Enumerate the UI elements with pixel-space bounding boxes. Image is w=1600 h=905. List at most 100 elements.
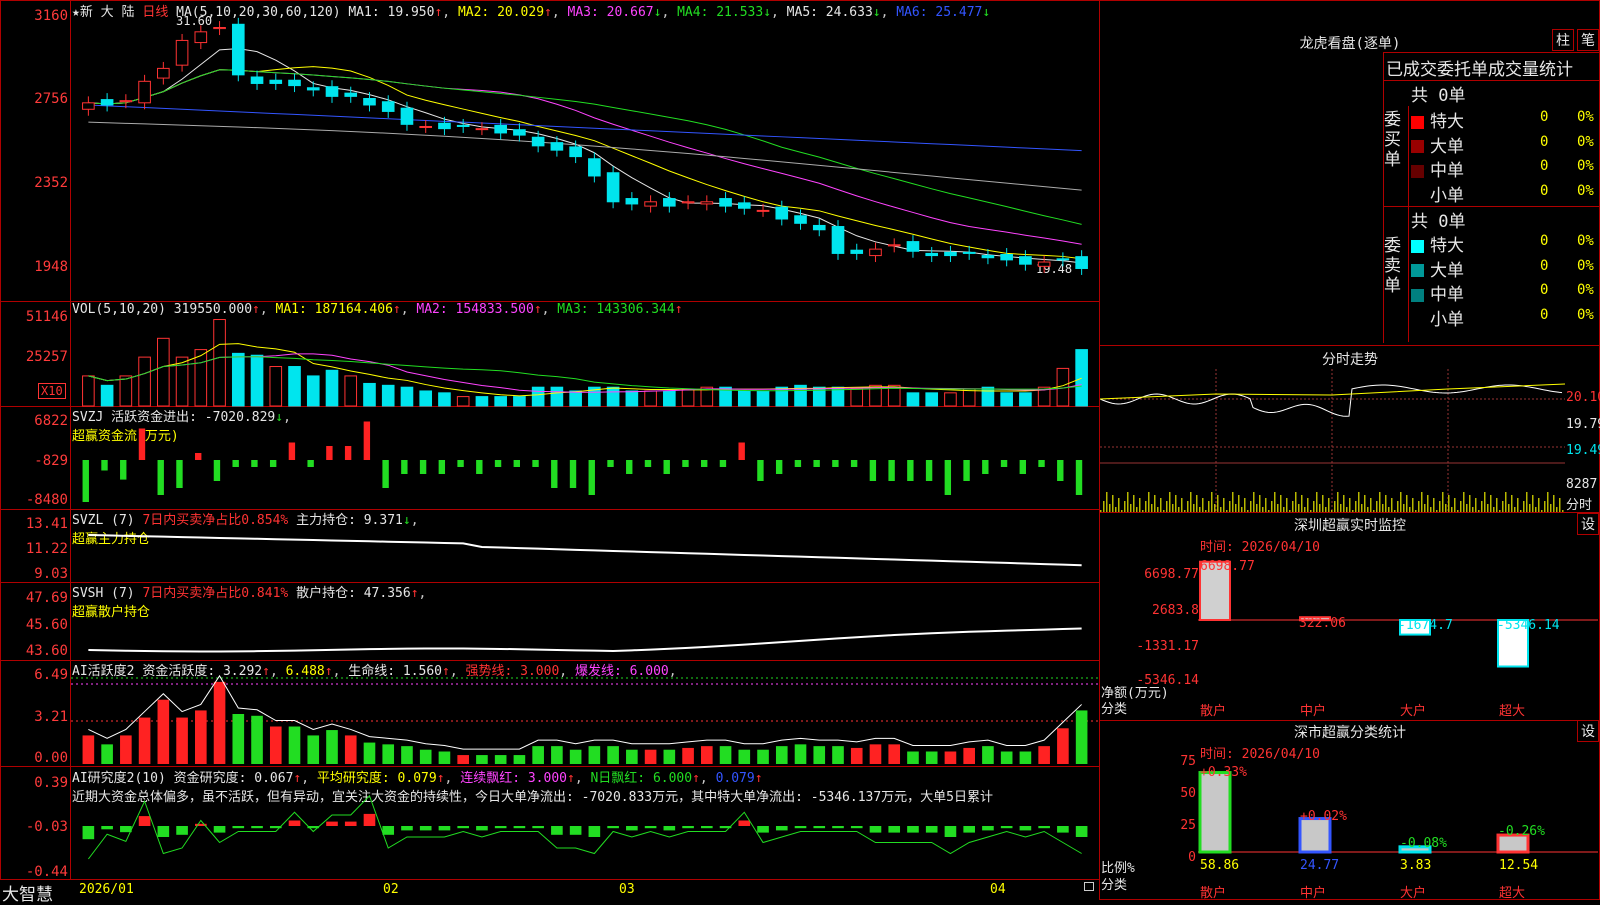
vol-tick-2: 25257 xyxy=(25,349,68,365)
candle-body xyxy=(606,172,620,203)
dragon-col-divider xyxy=(1408,106,1409,342)
cls-top-3: -0.08% xyxy=(1400,836,1447,851)
intraday-chart[interactable] xyxy=(1100,369,1565,512)
cls-cat-2: 中户 xyxy=(1300,886,1327,901)
intraday-vol-bar xyxy=(1253,492,1255,512)
intraday-vol-bar xyxy=(1370,498,1372,512)
ai-research-bar xyxy=(401,826,413,831)
ai-research-bar xyxy=(869,826,882,833)
sell-row-2: 大单 xyxy=(1411,256,1464,281)
intraday-vol-bar xyxy=(1496,498,1498,512)
cls-cat-4: 超大 xyxy=(1499,886,1526,901)
lock-icon[interactable] xyxy=(1084,882,1094,891)
volume-bar xyxy=(456,396,470,407)
ai-active-bar xyxy=(288,726,301,764)
ai-research-bar xyxy=(701,826,713,829)
row-percent: 0% xyxy=(1577,233,1594,249)
price-tick-1: 3160 xyxy=(34,8,68,24)
intraday-vol-bar xyxy=(1406,495,1408,512)
tick-mode-button[interactable]: 笔 xyxy=(1577,29,1599,51)
ai-research-bar xyxy=(232,826,245,829)
candle-body xyxy=(887,244,901,247)
svsh-tick-3: 43.60 xyxy=(25,643,68,659)
volume-bar xyxy=(306,375,320,407)
candle-body xyxy=(869,248,882,257)
intraday-vol-bar xyxy=(1502,501,1504,512)
ai-research-bar xyxy=(251,826,263,829)
intraday-vol: 8287 xyxy=(1566,477,1598,492)
ai-active-bar xyxy=(888,744,901,764)
ai-research-bar xyxy=(1019,826,1032,831)
intraday-vol-bar xyxy=(1487,504,1489,512)
volume-bar xyxy=(1000,392,1013,407)
sz-monitor-settings-button[interactable]: 设 xyxy=(1577,513,1599,535)
ai-active-bar xyxy=(269,726,282,764)
candle-body xyxy=(531,136,545,147)
sz-cat-1: 散户 xyxy=(1200,704,1227,719)
intraday-vol-bar xyxy=(1364,495,1366,512)
candle-body xyxy=(700,201,714,205)
intraday-vol-bar xyxy=(1421,492,1423,512)
cls-bottom-1: 58.86 xyxy=(1200,858,1240,873)
sz-classify-settings-button[interactable]: 设 xyxy=(1577,720,1599,742)
chart-canvas[interactable] xyxy=(71,0,1099,880)
candle-body xyxy=(719,198,732,207)
intraday-vol-bar xyxy=(1106,492,1108,512)
candle-body xyxy=(906,241,920,252)
ai-active-bar xyxy=(382,744,395,764)
fund-flow-bar xyxy=(551,460,558,488)
bar-mode-button[interactable]: 柱 xyxy=(1552,29,1574,51)
buy-row-4: 小单 xyxy=(1411,181,1464,206)
volume-bar xyxy=(400,386,414,407)
intraday-vol-bar xyxy=(1112,495,1114,512)
fund-flow-bar xyxy=(869,460,877,481)
fund-flow-bar xyxy=(1000,460,1008,467)
volume-bar xyxy=(82,375,95,407)
candle-body xyxy=(100,99,114,106)
row-count: 0 xyxy=(1540,306,1549,323)
intraday-vol-bar xyxy=(1259,495,1261,512)
intraday-vol-bar xyxy=(1427,495,1429,512)
volume-bar xyxy=(119,375,133,407)
intraday-vol-bar xyxy=(1463,492,1465,512)
candle-body xyxy=(1019,256,1032,265)
dragon-tiger-title: 龙虎看盘(逐单) xyxy=(1299,36,1401,52)
dragon-subtitle: 已成交委托单成交量统计 xyxy=(1386,60,1573,80)
fund-flow-bar xyxy=(813,460,820,467)
volume-bar xyxy=(513,396,526,407)
svzl-tick-2: 11.22 xyxy=(25,541,68,557)
fund-flow-bar xyxy=(532,460,539,467)
candle-body xyxy=(325,86,339,97)
sz-classify-chart xyxy=(1198,771,1598,854)
sell-row-1: 特大 xyxy=(1411,231,1464,256)
intraday-vol-bar xyxy=(1139,498,1141,512)
volume-bar xyxy=(138,356,151,407)
fund-flow-bar xyxy=(738,442,745,460)
intraday-vol-bar xyxy=(1130,504,1132,512)
fund-flow-bar xyxy=(588,460,595,495)
ai-active-bar xyxy=(569,749,582,764)
intraday-vol-bar xyxy=(1193,504,1195,512)
cls-tick-1: 75 xyxy=(1180,754,1196,769)
fund-flow-bar xyxy=(494,460,502,467)
fund-flow-bar xyxy=(101,460,108,471)
cls-top-1: +0.33% xyxy=(1200,765,1247,780)
volume-bar xyxy=(438,392,451,407)
x-label-4: 04 xyxy=(990,882,1006,897)
volume-bar xyxy=(850,388,864,407)
volume-bar xyxy=(981,386,995,407)
row-count: 0 xyxy=(1540,158,1549,174)
candle-body xyxy=(381,101,395,112)
ma-line-6 xyxy=(88,104,1082,152)
ai-active-bar xyxy=(607,746,619,764)
fund-flow-bar xyxy=(213,460,221,481)
intraday-vol-bar xyxy=(1166,501,1168,512)
intraday-vol-bar xyxy=(1376,501,1378,512)
candle-body xyxy=(288,79,301,87)
sz-cat-4: 超大 xyxy=(1499,704,1526,719)
ai-research-bar xyxy=(588,826,601,837)
candle-body xyxy=(306,87,320,91)
intraday-vol-bar xyxy=(1316,492,1318,512)
intraday-vol-bar xyxy=(1340,504,1342,512)
fund-flow-bar xyxy=(626,460,633,474)
